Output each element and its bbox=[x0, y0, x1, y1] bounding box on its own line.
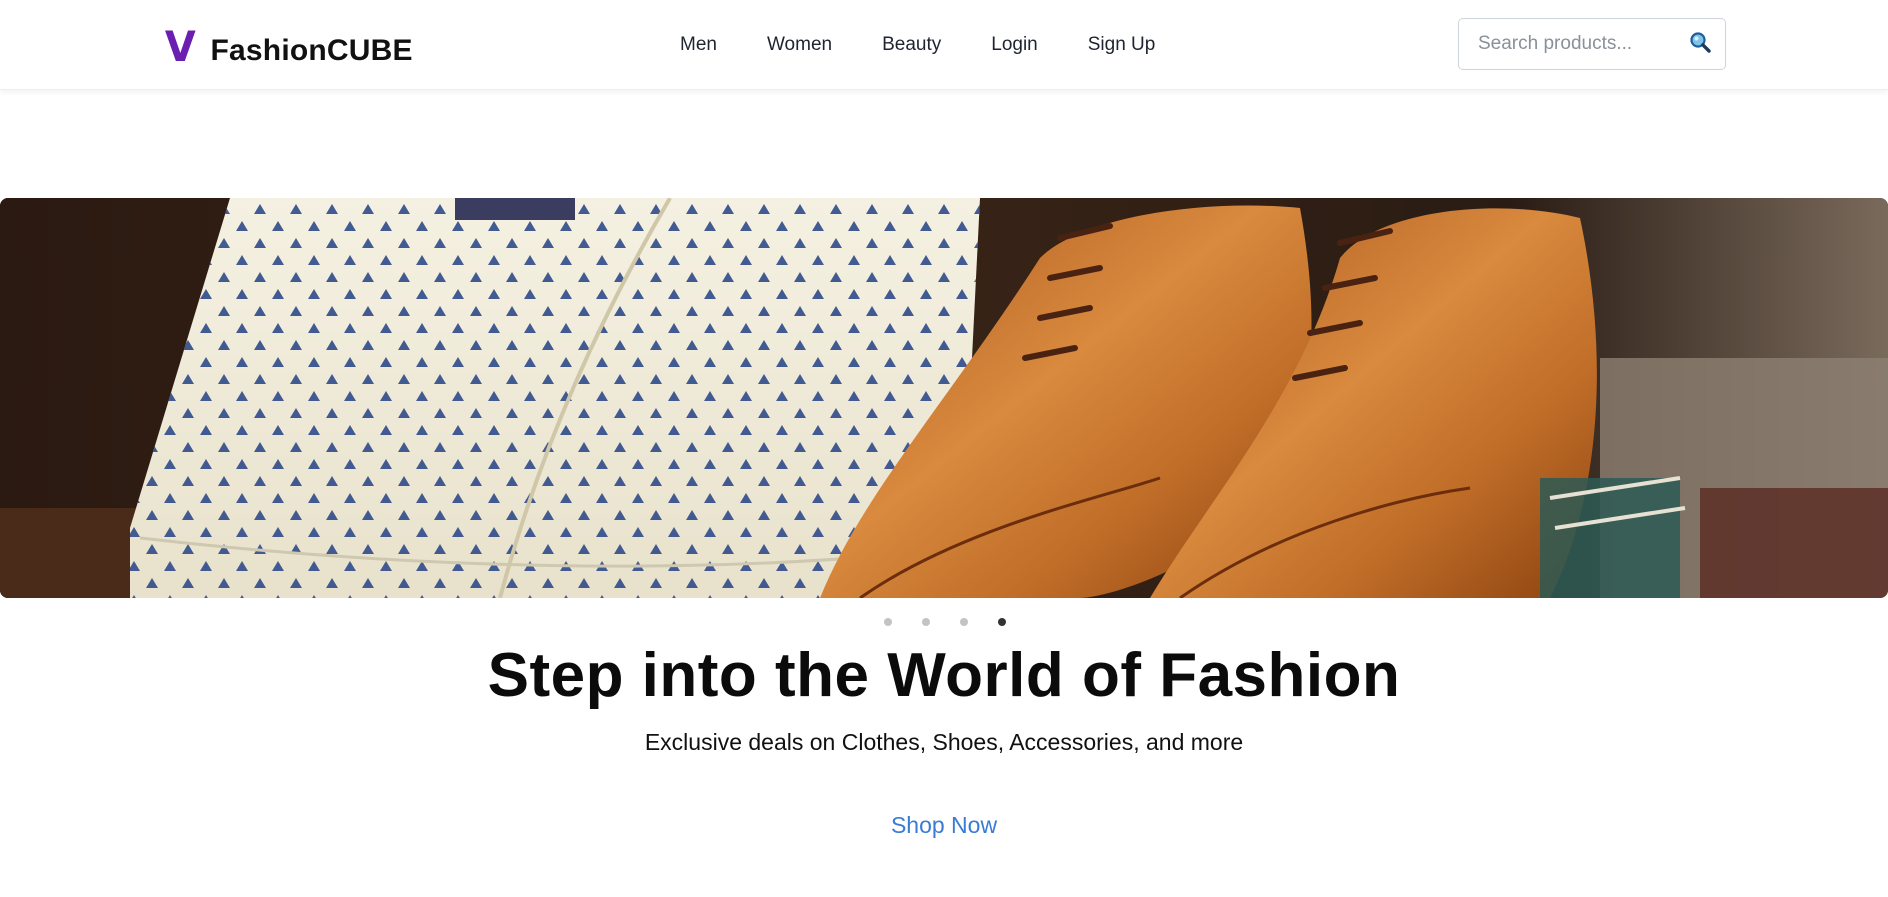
carousel-dot-2[interactable] bbox=[922, 618, 930, 626]
nav-link-login[interactable]: Login bbox=[991, 34, 1038, 56]
carousel-dot-3[interactable] bbox=[960, 618, 968, 626]
carousel-dot-4[interactable] bbox=[998, 618, 1006, 626]
site-header: V FashionCUBE Men Women Beauty Login Sig… bbox=[0, 0, 1888, 90]
carousel-indicators bbox=[884, 618, 1006, 626]
logo-mark: V bbox=[164, 22, 196, 71]
hero-banner bbox=[0, 198, 1888, 598]
nav-link-beauty[interactable]: Beauty bbox=[882, 34, 941, 56]
search-input[interactable] bbox=[1459, 19, 1669, 69]
hero-subheadline: Exclusive deals on Clothes, Shoes, Acces… bbox=[644, 729, 1244, 755]
shop-now-button[interactable]: Shop Now bbox=[891, 812, 997, 838]
magnifier-icon[interactable] bbox=[1689, 31, 1711, 53]
nav-link-men[interactable]: Men bbox=[680, 34, 717, 56]
cta-container: Shop Now bbox=[0, 812, 1888, 839]
search-box bbox=[1458, 18, 1726, 70]
brand-name: FashionCUBE bbox=[210, 34, 413, 67]
main-nav: Men Women Beauty Login Sign Up bbox=[680, 34, 1205, 56]
brand-logo[interactable]: V FashionCUBE bbox=[164, 26, 413, 68]
hero-image bbox=[0, 198, 1888, 598]
nav-link-women[interactable]: Women bbox=[767, 34, 832, 56]
carousel-dot-1[interactable] bbox=[884, 618, 892, 626]
hero-headline: Step into the World of Fashion bbox=[487, 641, 1401, 710]
nav-link-sign-up[interactable]: Sign Up bbox=[1088, 34, 1156, 56]
